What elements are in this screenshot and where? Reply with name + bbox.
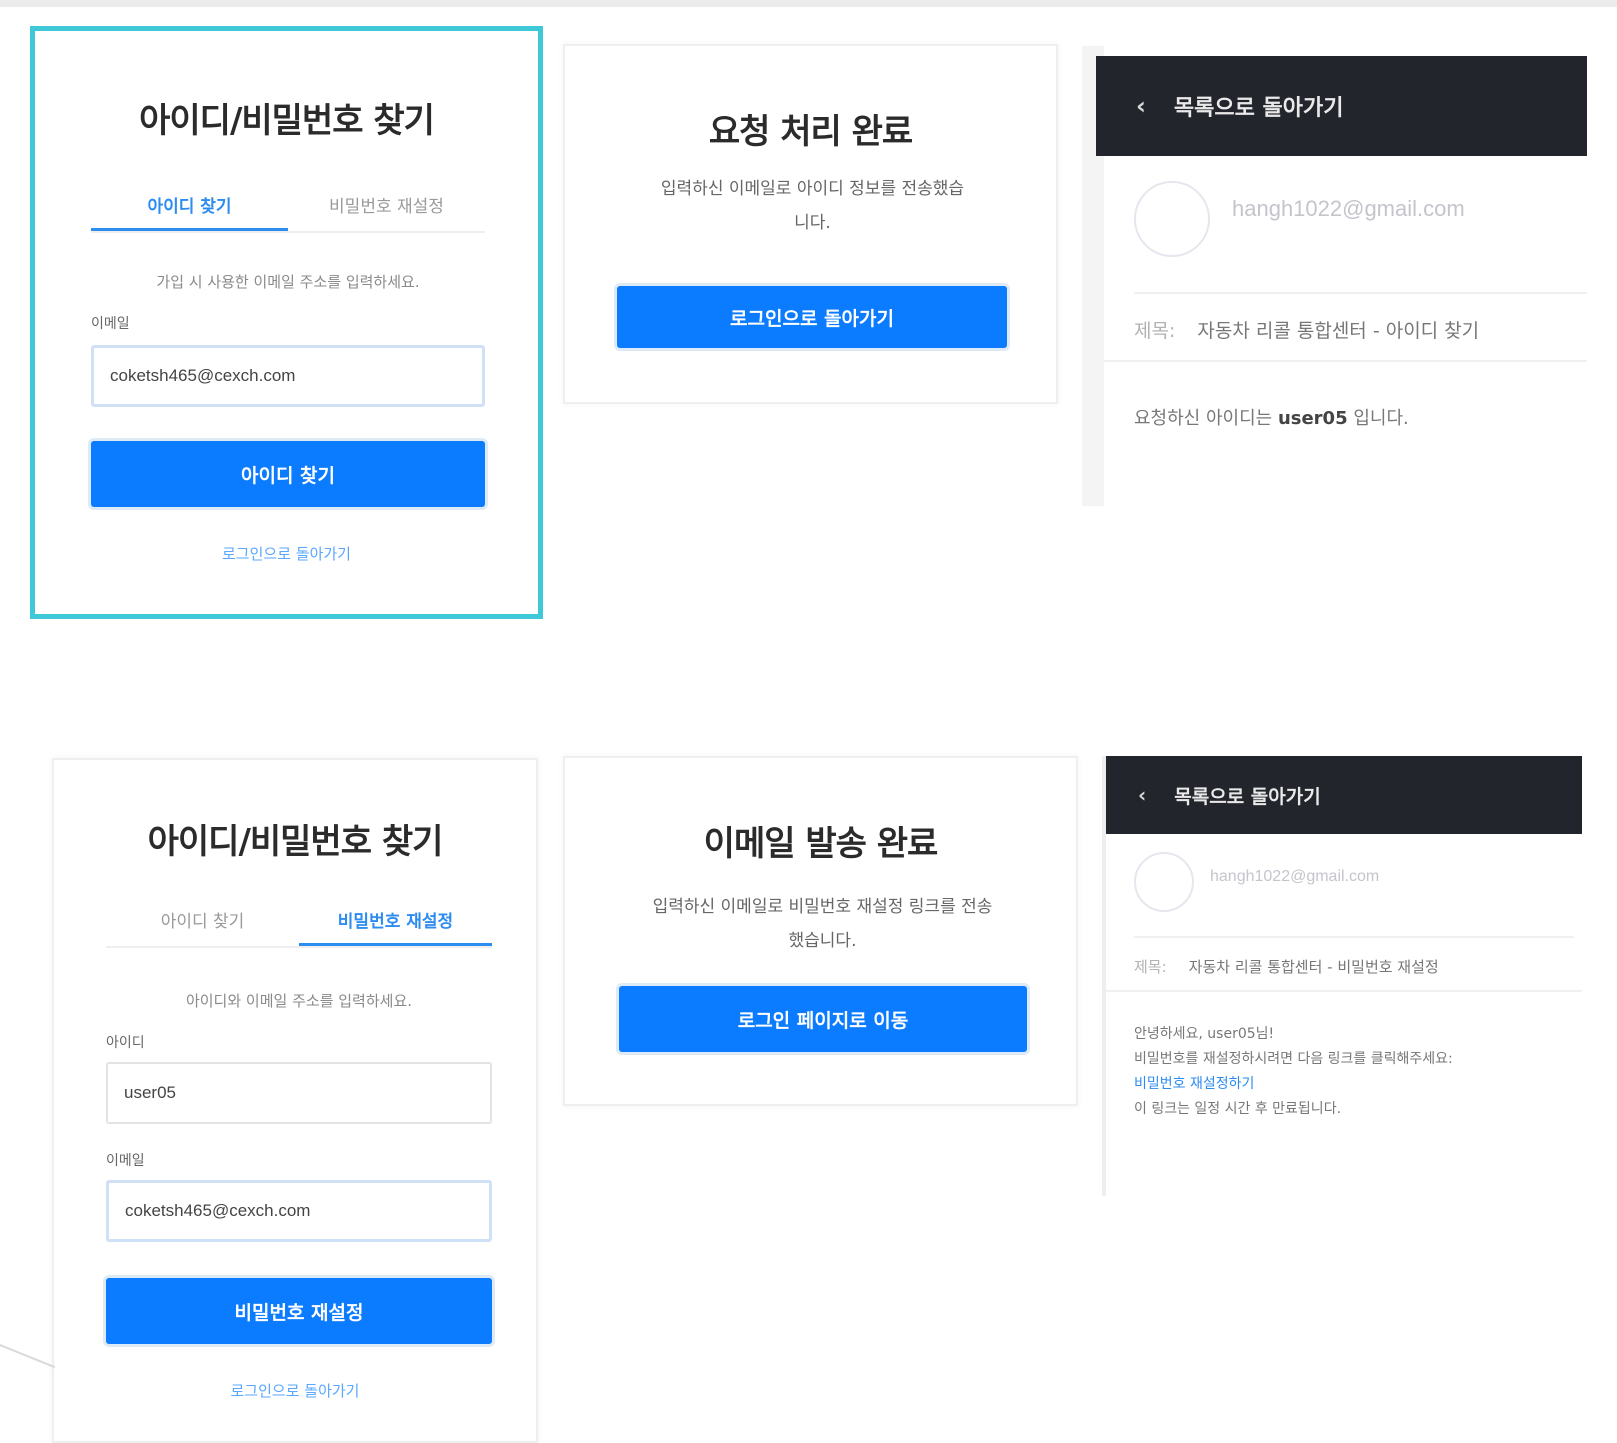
instruction-text: 아이디와 이메일 주소를 입력하세요.	[185, 992, 413, 1010]
sender-email: hangh1022@gmail.com	[1232, 196, 1465, 221]
id-label: 아이디	[106, 1035, 145, 1051]
body-suffix: 입니다.	[1347, 408, 1409, 429]
back-to-list-label: 목록으로 돌아가기	[1173, 96, 1344, 121]
mail-body: 안녕하세요, user05님! 비밀번호를 재설정하시려면 다음 링크를 클릭해…	[1134, 1022, 1453, 1122]
go-to-login-button[interactable]: 로그인 페이지로 이동	[619, 986, 1027, 1052]
email-view-password: ‹ 목록으로 돌아가기 hangh1022@gmail.com 제목: 자동차 리…	[1102, 756, 1582, 1196]
mail-body: 요청하신 아이디는 user05 입니다.	[1134, 404, 1409, 430]
find-id-button[interactable]: 아이디 찾기	[91, 441, 485, 507]
tab-find-id[interactable]: 아이디 찾기	[91, 185, 288, 231]
email-view-id: ‹ 목록으로 돌아가기 hangh1022@gmail.com 제목: 자동차 리…	[1082, 46, 1587, 506]
instruction-line: 비밀번호를 재설정하시려면 다음 링크를 클릭해주세요:	[1134, 1051, 1453, 1067]
chevron-left-icon: ‹	[1138, 783, 1147, 807]
result-message: 입력하신 이메일로 아이디 정보를 전송했습 니다.	[605, 172, 1020, 240]
subject-text: 자동차 리콜 통합센터 - 비밀번호 재설정	[1188, 958, 1439, 976]
back-to-login-link[interactable]: 로그인으로 돌아가기	[35, 543, 538, 564]
user-id-value: user05	[1277, 408, 1348, 429]
divider	[1134, 292, 1587, 294]
email-sent-card: 이메일 발송 완료 입력하신 이메일로 비밀번호 재설정 링크를 전송 했습니다…	[563, 756, 1078, 1106]
find-tabs: 아이디 찾기 비밀번호 재설정	[91, 185, 485, 233]
back-to-list-button[interactable]: ‹ 목록으로 돌아가기	[1096, 56, 1587, 156]
avatar	[1134, 181, 1210, 257]
sender-email: hangh1022@gmail.com	[1210, 868, 1380, 885]
top-strip	[0, 0, 1617, 7]
find-tabs: 아이디 찾기 비밀번호 재설정	[106, 900, 492, 948]
id-field[interactable]	[106, 1062, 492, 1124]
decorative-line	[0, 1340, 56, 1369]
mail-subject: 제목: 자동차 리콜 통합센터 - 아이디 찾기	[1134, 316, 1479, 343]
result-title: 이메일 발송 완료	[703, 824, 939, 864]
divider	[1134, 936, 1574, 938]
reset-password-card: 아이디/비밀번호 찾기 아이디 찾기 비밀번호 재설정 아이디와 이메일 주소를…	[52, 758, 538, 1443]
result-message-line: 니다.	[794, 213, 831, 233]
instruction-text: 가입 시 사용한 이메일 주소를 입력하세요.	[156, 273, 420, 291]
tab-find-id[interactable]: 아이디 찾기	[106, 900, 299, 946]
back-to-list-button[interactable]: ‹ 목록으로 돌아가기	[1106, 756, 1582, 834]
reset-password-link[interactable]: 비밀번호 재설정하기	[1134, 1072, 1453, 1097]
page-title: 아이디/비밀번호 찾기	[139, 101, 435, 141]
result-message-line: 했습니다.	[788, 931, 857, 951]
page-title: 아이디/비밀번호 찾기	[147, 822, 444, 862]
chevron-left-icon: ‹	[1136, 92, 1146, 120]
back-to-login-button[interactable]: 로그인으로 돌아가기	[617, 286, 1007, 348]
avatar	[1134, 852, 1194, 912]
greeting-line: 안녕하세요, user05님!	[1134, 1026, 1275, 1042]
result-title: 요청 처리 완료	[708, 112, 913, 152]
request-done-card: 요청 처리 완료 입력하신 이메일로 아이디 정보를 전송했습 니다. 로그인으…	[563, 44, 1058, 404]
tab-reset-password[interactable]: 비밀번호 재설정	[288, 185, 485, 231]
result-message-line: 입력하신 이메일로 아이디 정보를 전송했습	[660, 179, 965, 199]
body-prefix: 요청하신 아이디는	[1134, 408, 1278, 429]
email-field[interactable]	[106, 1180, 492, 1242]
back-to-list-label: 목록으로 돌아가기	[1174, 785, 1321, 808]
result-message: 입력하신 이메일로 비밀번호 재설정 링크를 전송 했습니다.	[605, 890, 1040, 958]
find-id-card: 아이디/비밀번호 찾기 아이디 찾기 비밀번호 재설정 가입 시 사용한 이메일…	[30, 26, 543, 619]
divider	[1104, 360, 1587, 362]
divider	[1106, 990, 1582, 992]
result-message-line: 입력하신 이메일로 비밀번호 재설정 링크를 전송	[652, 897, 993, 917]
back-to-login-link[interactable]: 로그인으로 돌아가기	[54, 1380, 536, 1401]
subject-text: 자동차 리콜 통합센터 - 아이디 찾기	[1197, 320, 1480, 342]
subject-key: 제목:	[1134, 320, 1176, 342]
subject-key: 제목:	[1134, 958, 1167, 976]
email-label: 이메일	[91, 316, 130, 332]
expiry-line: 이 링크는 일정 시간 후 만료됩니다.	[1134, 1101, 1342, 1117]
reset-password-button[interactable]: 비밀번호 재설정	[106, 1278, 492, 1344]
email-label: 이메일	[106, 1153, 145, 1169]
mail-subject: 제목: 자동차 리콜 통합센터 - 비밀번호 재설정	[1134, 956, 1439, 977]
tab-reset-password[interactable]: 비밀번호 재설정	[299, 900, 492, 946]
email-field[interactable]	[91, 345, 485, 407]
